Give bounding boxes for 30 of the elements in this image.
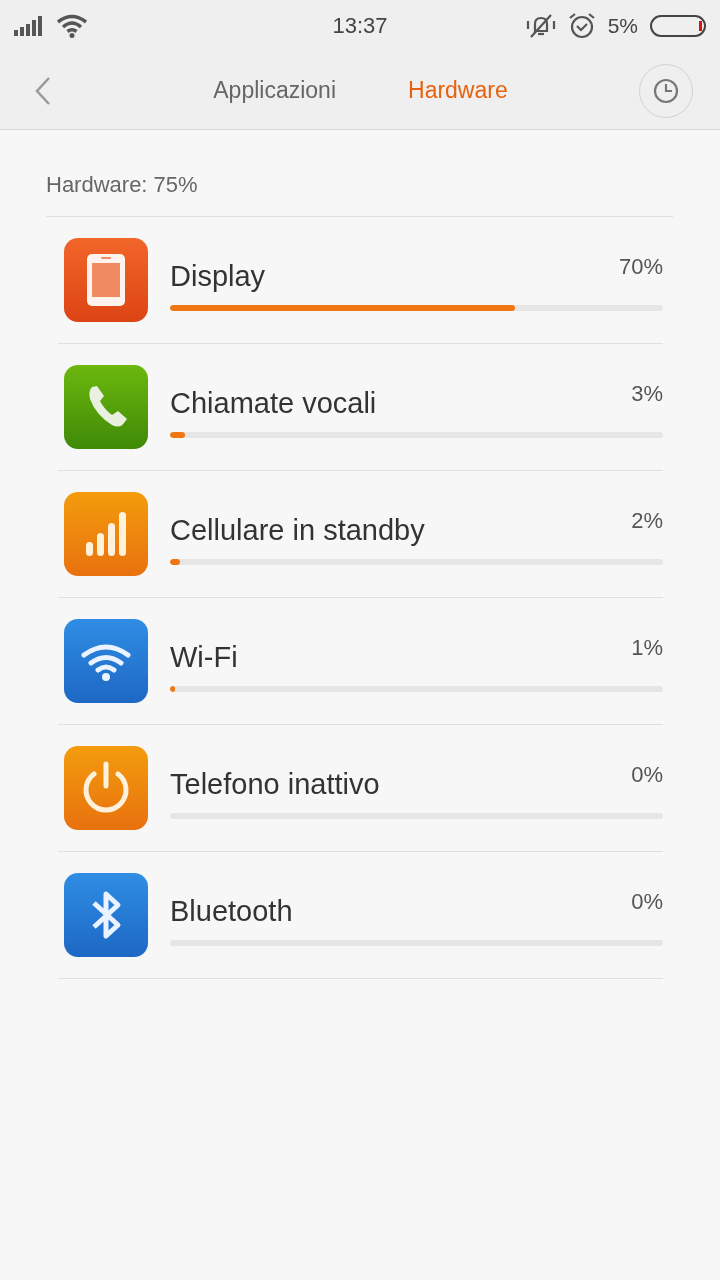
item-percent: 70%	[618, 253, 663, 280]
wifi-icon	[64, 619, 148, 703]
item-name: Cellulare in standby	[170, 513, 425, 547]
item-percent: 0%	[631, 888, 663, 915]
bluetooth-icon	[64, 873, 148, 957]
status-time: 13:37	[331, 13, 389, 39]
alarm-icon	[567, 12, 596, 40]
wifi-icon	[56, 14, 88, 38]
tab[interactable]: Hardware	[408, 77, 508, 104]
battery-percent: 5%	[607, 14, 638, 38]
signal-icon	[64, 492, 148, 576]
summary-text: Hardware: 75%	[46, 172, 673, 217]
item-name: Wi-Fi	[170, 640, 238, 674]
item-percent: 1%	[631, 634, 663, 661]
signal-icon	[14, 16, 42, 36]
item-name: Telefono inattivo	[170, 767, 380, 801]
item-name: Chiamate vocali	[170, 386, 377, 420]
phone-icon	[64, 365, 148, 449]
clock-icon	[653, 77, 679, 104]
item-name: Bluetooth	[170, 894, 293, 928]
battery-icon	[650, 15, 706, 37]
tab[interactable]: Applicazioni	[213, 77, 336, 104]
item-percent: 3%	[631, 380, 663, 407]
muted-bell-icon	[525, 13, 556, 39]
item-name: Display	[170, 259, 266, 293]
power-icon	[64, 746, 148, 830]
item-percent: 2%	[631, 507, 663, 534]
item-percent: 0%	[631, 761, 663, 788]
back-icon[interactable]	[34, 75, 52, 106]
display-icon	[64, 238, 148, 322]
